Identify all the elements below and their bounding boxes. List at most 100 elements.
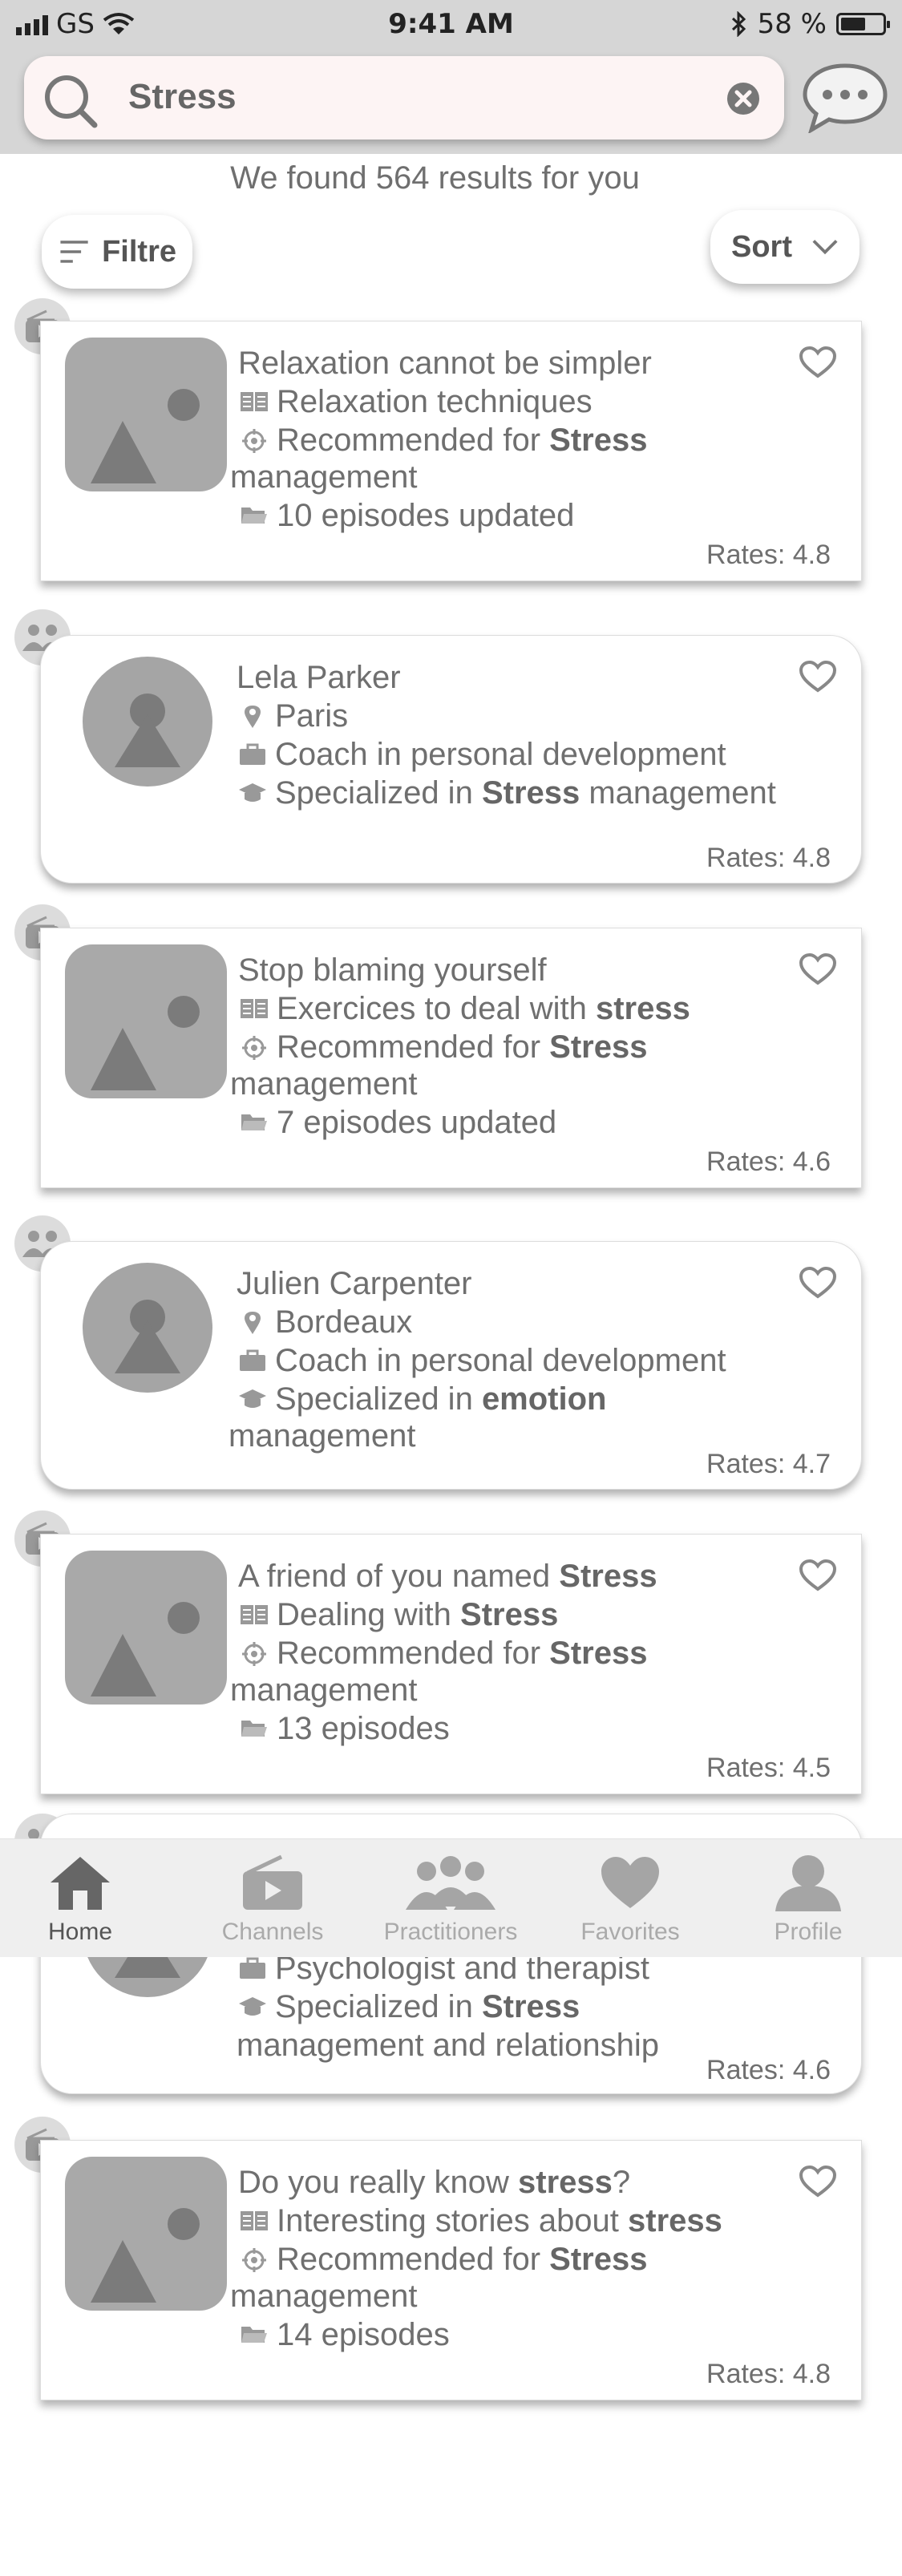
card-category: Interesting stories about stress	[277, 2203, 722, 2238]
home-icon	[51, 1857, 110, 1910]
card-recommendation: Recommended for Stress	[277, 2242, 648, 2277]
search-input[interactable]: Stress	[24, 56, 784, 140]
practitioner-name: Julien Carpenter	[237, 1266, 472, 1301]
card-rates: Rates: 4.6	[706, 2055, 831, 2085]
heart-icon[interactable]	[799, 952, 837, 986]
image-placeholder-icon	[65, 944, 227, 1098]
card-episodes: 7 episodes updated	[277, 1105, 557, 1140]
search-header: Stress	[0, 50, 902, 154]
status-bar: GS 9:41 AM 58 %	[0, 0, 902, 50]
heart-icon[interactable]	[799, 346, 837, 379]
card-category: Relaxation techniques	[277, 384, 593, 419]
card-recommendation: Recommended for Stress	[277, 423, 648, 458]
tab-label: Favorites	[580, 1919, 680, 1945]
practitioner-specialty: Specialized in Stress	[275, 1989, 580, 2024]
card-title: Stop blaming yourself	[238, 952, 547, 988]
briefcase-icon	[237, 1341, 269, 1372]
filter-icon	[60, 241, 88, 263]
card-title: Relaxation cannot be simpler	[238, 346, 652, 381]
image-placeholder-icon	[65, 338, 227, 491]
tab-label: Practitioners	[383, 1919, 518, 1945]
card-recommendation-cont: management	[230, 1066, 418, 1102]
sort-button[interactable]: Sort	[710, 210, 860, 284]
channel-card[interactable]: Do you really know stress? Interesting s…	[40, 2140, 862, 2400]
tab-label: Channels	[221, 1919, 324, 1945]
clear-icon[interactable]	[726, 82, 760, 115]
card-rates: Rates: 4.8	[706, 540, 831, 570]
location-pin-icon	[237, 697, 269, 729]
practitioner-name: Lela Parker	[237, 660, 401, 695]
image-placeholder-icon	[65, 1551, 227, 1705]
practitioner-specialty: Specialized in Stress management	[275, 775, 776, 811]
favorites-icon	[601, 1857, 659, 1908]
card-category: Exercices to deal with stress	[277, 991, 690, 1026]
battery-percent: 58 %	[757, 8, 827, 40]
card-title: A friend of you named Stress	[238, 1559, 657, 1594]
person-placeholder-icon	[83, 1263, 212, 1393]
filter-label: Filtre	[102, 234, 176, 269]
channel-card[interactable]: A friend of you named Stress Dealing wit…	[40, 1534, 862, 1794]
channels-icon	[243, 1854, 302, 1910]
chat-icon[interactable]	[800, 61, 890, 133]
folder-icon	[238, 1709, 270, 1738]
heart-icon[interactable]	[799, 1266, 837, 1300]
person-placeholder-icon	[83, 657, 212, 787]
practitioner-specialty: Specialized in emotion	[275, 1381, 607, 1417]
practitioner-location: Paris	[275, 698, 349, 734]
profile-icon	[775, 1855, 841, 1911]
image-placeholder-icon	[65, 2157, 227, 2311]
search-icon	[45, 75, 98, 128]
graduation-cap-icon	[237, 774, 269, 803]
practitioner-card[interactable]: Julien Carpenter Bordeaux Coach in perso…	[40, 1241, 862, 1490]
tab-favorites[interactable]: Favorites	[550, 1854, 710, 1946]
card-category: Dealing with Stress	[277, 1597, 559, 1632]
location-pin-icon	[237, 1303, 269, 1335]
card-episodes: 13 episodes	[277, 1711, 450, 1746]
briefcase-icon	[237, 735, 269, 766]
graduation-cap-icon	[237, 1380, 269, 1409]
target-icon	[238, 1634, 270, 1666]
folder-icon	[238, 2315, 270, 2344]
card-recommendation: Recommended for Stress	[277, 1636, 648, 1671]
tab-label: Home	[47, 1919, 113, 1945]
graduation-cap-icon	[237, 1988, 269, 2016]
search-query[interactable]: Stress	[128, 77, 237, 117]
tab-home[interactable]: Home	[0, 1854, 160, 1946]
chevron-down-icon	[812, 240, 838, 255]
card-rates: Rates: 4.8	[706, 843, 831, 873]
channel-card[interactable]: Stop blaming yourself Exercices to deal …	[40, 928, 862, 1188]
card-rates: Rates: 4.7	[706, 1449, 831, 1479]
card-rates: Rates: 4.6	[706, 1146, 831, 1177]
book-icon	[238, 382, 270, 413]
tab-label: Profile	[774, 1919, 843, 1945]
channel-card[interactable]: Relaxation cannot be simpler Relaxation …	[40, 321, 862, 581]
tab-practitioners[interactable]: Practitioners	[370, 1854, 531, 1946]
practitioner-card[interactable]: Lela Parker Paris Coach in personal deve…	[40, 635, 862, 884]
card-title: Do you really know stress?	[238, 2165, 631, 2200]
practitioner-job: Coach in personal development	[275, 737, 726, 772]
tab-channels[interactable]: Channels	[192, 1854, 353, 1946]
practitioner-job: Coach in personal development	[275, 1343, 726, 1378]
book-icon	[238, 2202, 270, 2232]
card-episodes: 10 episodes updated	[277, 498, 575, 533]
heart-icon[interactable]	[799, 1559, 837, 1592]
tab-bar: Home Channels Practitioners Favorites Pr…	[0, 1838, 902, 1957]
heart-icon[interactable]	[799, 660, 837, 694]
battery-icon	[836, 13, 890, 35]
target-icon	[238, 421, 270, 453]
heart-icon[interactable]	[799, 2165, 837, 2198]
card-rates: Rates: 4.5	[706, 1753, 831, 1783]
card-recommendation: Recommended for Stress	[277, 1029, 648, 1065]
card-recommendation-cont: management	[230, 1672, 418, 1708]
card-episodes: 14 episodes	[277, 2317, 450, 2352]
bluetooth-icon	[731, 11, 746, 37]
results-count: We found 564 results for you	[230, 160, 640, 196]
book-icon	[238, 989, 270, 1020]
target-icon	[238, 1028, 270, 1060]
sort-label: Sort	[731, 229, 792, 264]
tab-profile[interactable]: Profile	[728, 1854, 888, 1946]
book-icon	[238, 1595, 270, 1626]
card-recommendation-cont: management	[230, 459, 418, 495]
filter-button[interactable]: Filtre	[42, 215, 192, 289]
card-recommendation-cont: management	[230, 2279, 418, 2314]
